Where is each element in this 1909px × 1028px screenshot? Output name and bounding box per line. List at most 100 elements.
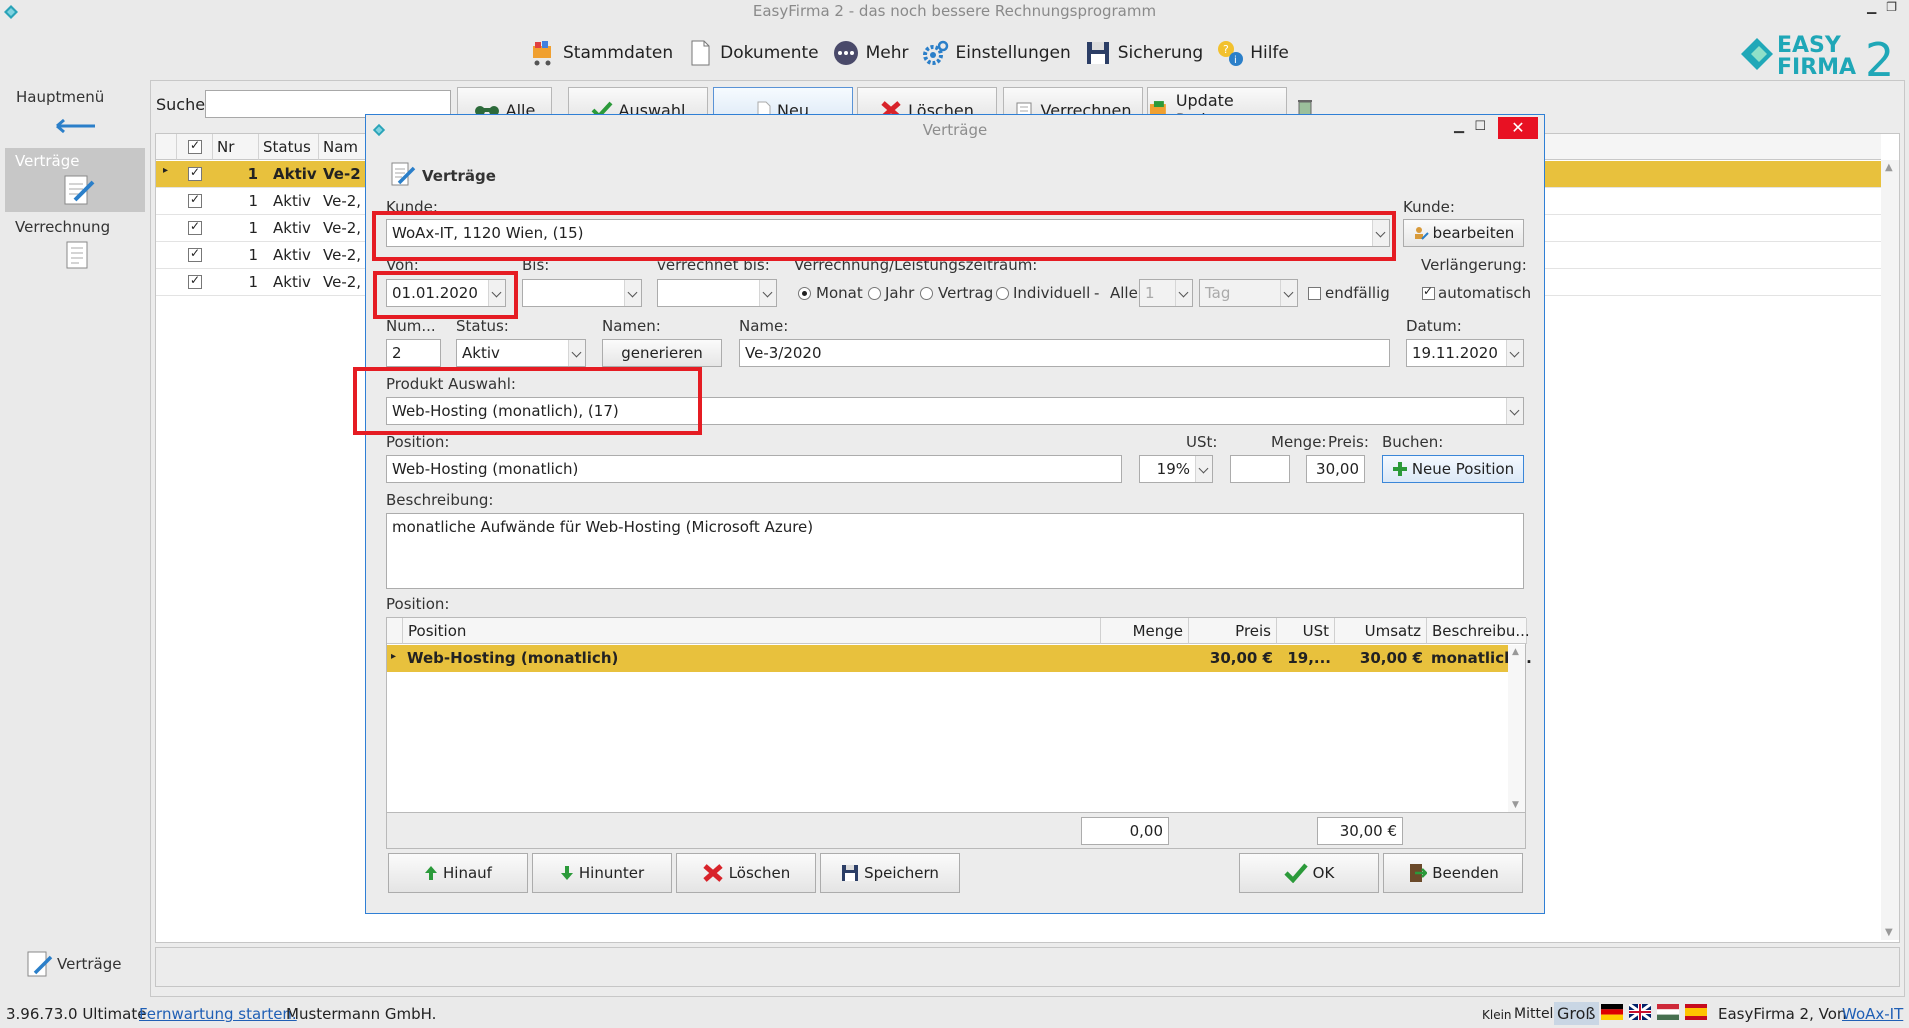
status-combobox[interactable]: Aktiv xyxy=(456,339,586,367)
position-input[interactable]: Web-Hosting (monatlich) xyxy=(386,455,1122,483)
col-header-status[interactable]: Status xyxy=(259,134,319,160)
beschreibung-label: Beschreibung: xyxy=(386,491,494,509)
datum-datepicker[interactable]: 19.11.2020 xyxy=(1406,339,1524,367)
svg-text:i: i xyxy=(1234,55,1237,66)
speichern-button[interactable]: Speichern xyxy=(820,853,960,893)
restore-icon[interactable]: ❐ xyxy=(1886,0,1897,14)
more-icon xyxy=(833,41,858,65)
menu-dokumente[interactable]: Dokumente xyxy=(685,38,819,68)
size-gross[interactable]: Groß xyxy=(1554,1002,1599,1025)
chevron-down-icon[interactable] xyxy=(1506,340,1523,366)
size-klein[interactable]: Klein xyxy=(1482,1008,1512,1022)
minimize-icon[interactable]: ▁ xyxy=(1867,0,1876,14)
col-header-position[interactable]: Position xyxy=(403,618,1101,644)
intervall-einheit-combobox[interactable]: Tag xyxy=(1199,279,1298,307)
dialog-minimize-icon[interactable]: ▁ xyxy=(1454,119,1464,134)
footer-credit: EasyFirma 2, Von xyxy=(1718,1005,1847,1023)
ok-button[interactable]: OK xyxy=(1239,853,1379,893)
chevron-down-icon[interactable] xyxy=(568,340,585,366)
help-icon: ?i xyxy=(1218,41,1244,66)
col-header-preis[interactable]: Preis xyxy=(1189,618,1277,644)
bis-datepicker[interactable] xyxy=(522,279,642,307)
menu-stammdaten[interactable]: Stammdaten xyxy=(528,38,673,68)
nav-vertraege-bottom[interactable]: Verträge xyxy=(5,945,145,985)
kunde-bearbeiten-button[interactable]: bearbeiten xyxy=(1403,219,1524,247)
menu-sicherung[interactable]: Sicherung xyxy=(1083,38,1203,68)
chevron-down-icon[interactable] xyxy=(1372,220,1389,246)
window-controls: ▁ ❐ xyxy=(1867,0,1897,14)
preis-input[interactable]: 30,00 xyxy=(1306,455,1365,483)
von-datepicker[interactable]: 01.01.2020 xyxy=(386,279,506,307)
size-mittel[interactable]: Mittel xyxy=(1514,1006,1553,1022)
hinauf-button[interactable]: Hinauf xyxy=(388,853,528,893)
table-row[interactable]: ▸ Web-Hosting (monatlich) 30,00 € 19,...… xyxy=(387,645,1532,672)
radio-monat[interactable] xyxy=(798,287,811,300)
intervall-alle-combobox[interactable]: 1 xyxy=(1139,279,1193,307)
flag-germany-icon[interactable] xyxy=(1601,1004,1623,1020)
nav-verrechnung[interactable]: Verrechnung xyxy=(5,214,145,284)
scroll-up-icon[interactable]: ▲ xyxy=(1885,162,1893,173)
radio-individuell[interactable] xyxy=(996,287,1009,300)
row-checkbox[interactable] xyxy=(188,219,202,235)
delete-x-icon xyxy=(703,864,723,882)
neue-position-button[interactable]: Neue Position xyxy=(1382,455,1524,483)
gear-icon xyxy=(922,40,948,65)
menu-hilfe[interactable]: ? i Hilfe xyxy=(1215,38,1289,68)
beschreibung-textarea[interactable]: monatliche Aufwände für Web-Hosting (Mic… xyxy=(386,513,1524,589)
positions-scrollbar[interactable]: ▲ ▼ xyxy=(1508,645,1525,812)
chevron-down-icon[interactable] xyxy=(1175,280,1192,306)
col-header-ust[interactable]: USt xyxy=(1277,618,1335,644)
kunde-combobox[interactable]: WoAx-IT, 1120 Wien, (15) xyxy=(386,219,1390,247)
name-input[interactable]: Ve-3/2020 xyxy=(739,339,1390,367)
dialog-heading: Verträge xyxy=(422,167,496,185)
flag-hungary-icon[interactable] xyxy=(1657,1004,1679,1020)
col-header-beschreibung[interactable]: Beschreibu... xyxy=(1427,618,1530,644)
automatisch-checkbox[interactable] xyxy=(1422,284,1435,300)
endfaellig-checkbox[interactable] xyxy=(1308,287,1321,300)
verrechnet-bis-datepicker[interactable] xyxy=(657,279,777,307)
flag-spain-icon[interactable] xyxy=(1685,1004,1707,1020)
menu-mehr[interactable]: Mehr xyxy=(831,38,909,68)
floppy-disk-icon xyxy=(842,865,859,881)
nav-vertraege[interactable]: Verträge xyxy=(5,148,145,212)
row-indicator-header xyxy=(387,618,403,644)
menu-einstellungen[interactable]: Einstellungen xyxy=(921,38,1071,68)
scroll-down-icon[interactable]: ▼ xyxy=(1512,800,1519,810)
dialog-close-button[interactable]: ✕ xyxy=(1498,117,1538,139)
table-scrollbar[interactable]: ▲ ▼ xyxy=(1881,160,1899,940)
version-label: 3.96.73.0 Ultimate xyxy=(6,1005,147,1023)
chevron-down-icon[interactable] xyxy=(759,280,776,306)
chevron-down-icon[interactable] xyxy=(1280,280,1297,306)
select-all-header[interactable] xyxy=(177,134,213,160)
col-header-menge[interactable]: Menge xyxy=(1101,618,1189,644)
row-checkbox[interactable] xyxy=(188,192,202,208)
chevron-down-icon[interactable] xyxy=(488,280,505,306)
ust-combobox[interactable]: 19% xyxy=(1139,455,1213,483)
row-pointer-icon: ▸ xyxy=(391,651,397,662)
nav-hauptmenu[interactable]: Hauptmenü xyxy=(5,84,145,144)
row-checkbox[interactable] xyxy=(188,165,202,181)
menge-input[interactable] xyxy=(1230,455,1290,483)
generieren-button[interactable]: generieren xyxy=(602,339,722,367)
col-header-nr[interactable]: Nr xyxy=(213,134,259,160)
chevron-down-icon[interactable] xyxy=(624,280,641,306)
fernwartung-link[interactable]: Fernwartung starten. xyxy=(139,1005,297,1023)
chevron-down-icon[interactable] xyxy=(1195,456,1212,482)
status-bar: 3.96.73.0 Ultimate Fernwartung starten. … xyxy=(0,1000,1909,1028)
produkt-combobox[interactable]: Web-Hosting (monatlich), (17) xyxy=(386,397,1524,425)
col-header-umsatz[interactable]: Umsatz xyxy=(1335,618,1427,644)
chevron-down-icon[interactable] xyxy=(1506,398,1523,424)
row-checkbox[interactable] xyxy=(188,246,202,262)
scroll-up-icon[interactable]: ▲ xyxy=(1512,647,1519,657)
beenden-button[interactable]: Beenden xyxy=(1383,853,1523,893)
flag-uk-icon[interactable] xyxy=(1629,1004,1651,1020)
scroll-down-icon[interactable]: ▼ xyxy=(1885,927,1893,938)
radio-jahr[interactable] xyxy=(868,287,881,300)
radio-vertrag[interactable] xyxy=(920,287,933,300)
position-loeschen-button[interactable]: Löschen xyxy=(676,853,816,893)
woax-link[interactable]: WoAx-IT xyxy=(1842,1005,1903,1023)
row-checkbox[interactable] xyxy=(188,273,202,289)
dialog-maximize-icon[interactable]: ☐ xyxy=(1474,119,1486,134)
nummer-input[interactable]: 2 xyxy=(386,339,441,367)
hinunter-button[interactable]: Hinunter xyxy=(532,853,672,893)
